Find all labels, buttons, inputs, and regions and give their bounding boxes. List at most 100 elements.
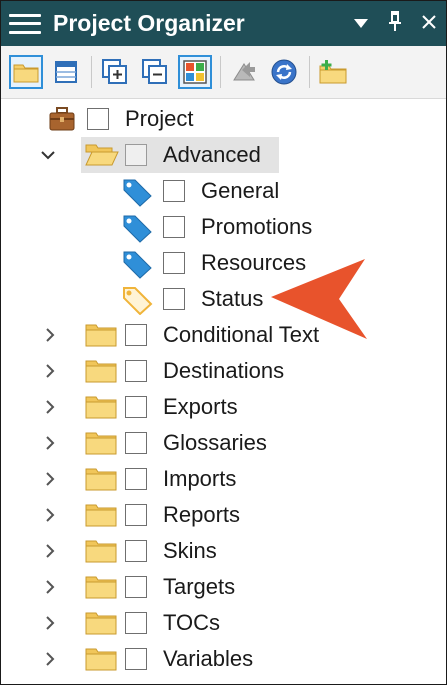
- new-folder-button[interactable]: [316, 55, 350, 89]
- panel-title: Project Organizer: [53, 10, 245, 36]
- tree-item-folder[interactable]: Conditional Text: [1, 317, 446, 353]
- tree-item-folder[interactable]: Destinations: [1, 353, 446, 389]
- chevron-right-icon[interactable]: [42, 327, 58, 343]
- checkbox[interactable]: [87, 108, 109, 130]
- checkbox[interactable]: [125, 576, 147, 598]
- project-tree: Project Advanced General Promotions Reso…: [1, 101, 446, 671]
- folder-icon: [85, 396, 117, 419]
- checkbox[interactable]: [125, 468, 147, 490]
- tree-item-label: Targets: [163, 574, 236, 599]
- tree-item-advanced[interactable]: Advanced: [1, 137, 446, 173]
- refresh-icon: [271, 59, 297, 85]
- folder-icon: [85, 504, 117, 527]
- toolbar-separator: [91, 56, 92, 88]
- orange-tag-icon: [123, 287, 153, 315]
- toolbar-separator: [309, 56, 310, 88]
- chevron-right-icon[interactable]: [42, 543, 58, 559]
- tree-item-folder[interactable]: Skins: [1, 533, 446, 569]
- tree-item-status[interactable]: Status: [1, 281, 446, 317]
- chevron-right-icon[interactable]: [42, 579, 58, 595]
- folder-icon: [85, 432, 117, 455]
- tree-item-folder[interactable]: Reports: [1, 497, 446, 533]
- tree-item-folder[interactable]: Glossaries: [1, 425, 446, 461]
- color-grid-icon: [183, 60, 207, 84]
- chevron-down-icon[interactable]: [40, 147, 56, 163]
- checkbox[interactable]: [163, 252, 185, 274]
- tree-item-folder[interactable]: Variables: [1, 641, 446, 677]
- folder-icon: [85, 324, 117, 347]
- checkbox[interactable]: [125, 360, 147, 382]
- move-button[interactable]: [227, 55, 261, 89]
- tree-item-label: General: [201, 178, 280, 203]
- tree-item-label: TOCs: [163, 610, 221, 635]
- close-icon[interactable]: [412, 13, 446, 35]
- tree-item-label: Destinations: [163, 358, 285, 383]
- blue-tag-icon: [123, 179, 152, 207]
- collapse-all-button[interactable]: [138, 55, 172, 89]
- collapse-all-icon: [142, 59, 167, 84]
- folder-view-button[interactable]: [9, 55, 43, 89]
- panel-title-bar: Project Organizer: [1, 1, 446, 46]
- checkbox[interactable]: [163, 216, 185, 238]
- dropdown-arrow-icon[interactable]: [344, 13, 378, 35]
- checkbox[interactable]: [125, 324, 147, 346]
- folder-icon: [85, 612, 117, 635]
- pin-icon[interactable]: [378, 10, 412, 38]
- folder-icon: [85, 360, 117, 383]
- toolbar-separator: [220, 56, 221, 88]
- tree-item-label: Glossaries: [163, 430, 267, 455]
- tree-item-resources[interactable]: Resources: [1, 245, 446, 281]
- checkbox[interactable]: [125, 432, 147, 454]
- chevron-right-icon[interactable]: [42, 615, 58, 631]
- checkbox[interactable]: [125, 648, 147, 670]
- refresh-button[interactable]: [267, 55, 301, 89]
- tree-item-label: Exports: [163, 394, 238, 419]
- tree-item-label: Status: [201, 286, 264, 311]
- table-view-button[interactable]: [49, 55, 83, 89]
- project-organizer-panel: Project Organizer Project Advanced Gener…: [0, 0, 447, 685]
- hamburger-menu-icon[interactable]: [9, 11, 41, 37]
- briefcase-icon: [49, 107, 75, 131]
- tree-item-general[interactable]: General: [1, 173, 446, 209]
- tree-item-label: Project: [125, 106, 194, 131]
- tree-item-label: Imports: [163, 466, 237, 491]
- table-view-icon: [55, 61, 77, 83]
- blue-tag-icon: [123, 215, 152, 243]
- checkbox[interactable]: [125, 504, 147, 526]
- checkbox[interactable]: [163, 288, 185, 310]
- tree-item-promotions[interactable]: Promotions: [1, 209, 446, 245]
- folder-icon: [85, 540, 117, 563]
- tree-item-label: Reports: [163, 502, 241, 527]
- toolbar: [1, 46, 446, 99]
- chevron-right-icon[interactable]: [42, 507, 58, 523]
- checkbox[interactable]: [125, 144, 147, 166]
- folder-icon: [85, 648, 117, 671]
- expand-all-icon: [102, 59, 127, 84]
- tree-item-folder[interactable]: Imports: [1, 461, 446, 497]
- chevron-right-icon[interactable]: [42, 363, 58, 379]
- color-grid-button[interactable]: [178, 55, 212, 89]
- expand-all-button[interactable]: [98, 55, 132, 89]
- blue-tag-icon: [123, 251, 152, 279]
- chevron-right-icon[interactable]: [42, 435, 58, 451]
- tree-item-label: Skins: [163, 538, 217, 563]
- tree-item-folder[interactable]: TOCs: [1, 605, 446, 641]
- chevron-right-icon[interactable]: [42, 399, 58, 415]
- checkbox[interactable]: [125, 612, 147, 634]
- move-icon: [233, 62, 255, 81]
- tree-item-folder[interactable]: Exports: [1, 389, 446, 425]
- folder-icon: [13, 64, 39, 83]
- checkbox[interactable]: [163, 180, 185, 202]
- folder-icon: [85, 576, 117, 599]
- chevron-right-icon[interactable]: [42, 651, 58, 667]
- checkbox[interactable]: [125, 396, 147, 418]
- tree-item-folder[interactable]: Targets: [1, 569, 446, 605]
- chevron-right-icon[interactable]: [42, 471, 58, 487]
- checkbox[interactable]: [125, 540, 147, 562]
- tree-item-project[interactable]: Project: [1, 101, 446, 137]
- tree-item-label: Variables: [163, 646, 254, 671]
- tree-item-label: Advanced: [163, 142, 261, 167]
- tree-item-label: Promotions: [201, 214, 313, 239]
- folder-icon: [85, 468, 117, 491]
- callout-arrow-icon: [271, 259, 367, 339]
